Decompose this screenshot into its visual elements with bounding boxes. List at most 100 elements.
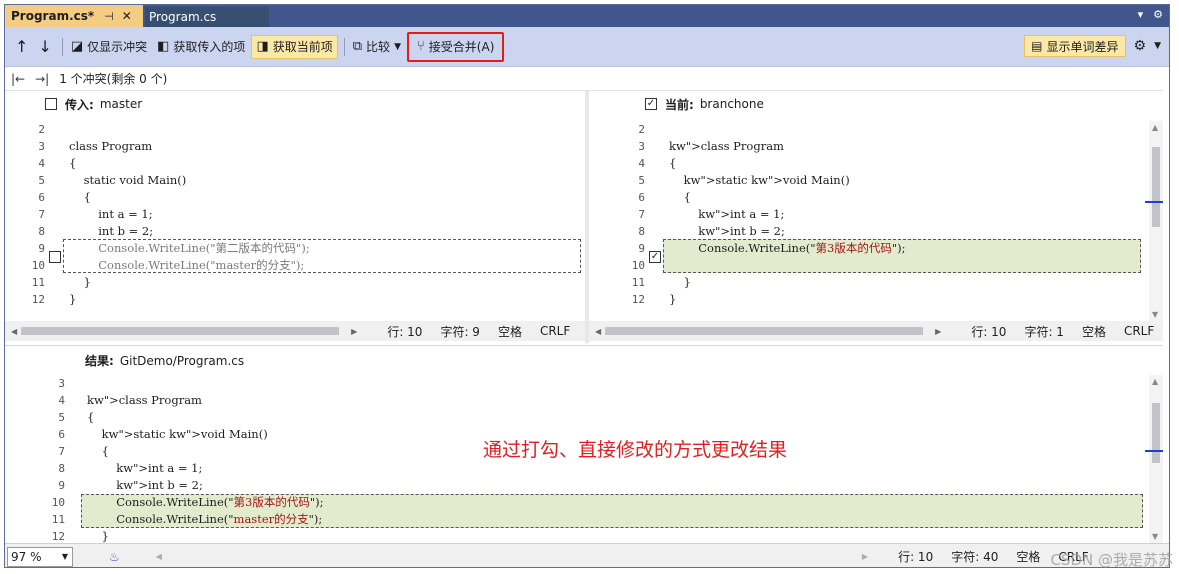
code-text: kw">int b = 2; (116, 478, 203, 492)
code-line[interactable]: 4 kw">class Program (5, 392, 1147, 409)
code-line[interactable]: 12} (5, 291, 585, 308)
column-indicator: 字符: 1 (1024, 324, 1064, 339)
result-label: 结果: (85, 354, 114, 368)
horizontal-scroll-thumb[interactable] (605, 327, 924, 335)
code-text: int b = 2; (69, 224, 154, 238)
scroll-thumb[interactable] (1152, 403, 1160, 463)
code-text: int a = 1; (69, 207, 153, 221)
code-line[interactable]: 9 kw">int b = 2; (5, 477, 1147, 494)
whitespace-indicator[interactable]: 空格 (1082, 323, 1106, 340)
scroll-up-icon[interactable]: ▲ (1152, 377, 1158, 386)
code-line[interactable]: 5 static void Main() (5, 172, 585, 189)
code-line[interactable]: 7 int a = 1; (5, 206, 585, 223)
code-line[interactable]: 2 (5, 121, 585, 138)
code-text: Console.WriteLine("第3版本的代码"); (87, 495, 324, 509)
arrow-down-icon[interactable]: ↓ (34, 35, 55, 59)
code-line[interactable]: 10 Console.WriteLine("master的分支"); (5, 257, 585, 274)
code-text: kw">static kw">void Main() (101, 427, 268, 441)
incoming-accept-all-checkbox[interactable] (45, 98, 57, 110)
code-line[interactable]: 9 Console.WriteLine("第3版本的代码"); (591, 240, 1147, 257)
scroll-up-icon[interactable]: ▲ (1152, 123, 1158, 132)
chevron-down-icon[interactable]: ▼ (1154, 41, 1161, 51)
code-line[interactable]: 10 (591, 257, 1147, 274)
horizontal-scroll-thumb[interactable] (21, 327, 340, 335)
code-text: Console.WriteLine("master的分支"); (87, 512, 323, 526)
annotation-text: 通过打勾、直接修改的方式更改结果 (483, 439, 788, 461)
line-ending-indicator[interactable]: CRLF (1124, 324, 1154, 338)
scroll-left-icon[interactable]: ◀ (11, 327, 17, 336)
code-line[interactable]: 11 } (591, 274, 1147, 291)
accept-merge-button[interactable]: ⑂ 接受合并(A) (406, 31, 505, 62)
code-text: { (87, 410, 95, 424)
incoming-conflict-checkbox[interactable] (49, 251, 61, 263)
pin-icon[interactable]: ⊣ (104, 10, 114, 23)
gear-icon[interactable]: ⚙ (1153, 8, 1163, 21)
scroll-down-icon[interactable]: ▼ (1152, 310, 1158, 319)
current-pane-header: ✓ 当前: branchone (645, 93, 1145, 115)
scroll-right-icon[interactable]: ▶ (935, 327, 941, 336)
tab-program-cs[interactable]: Program.cs (145, 7, 269, 27)
code-text: Console.WriteLine("第二版本的代码"); (69, 241, 310, 255)
scroll-left-icon[interactable]: ◀ (595, 327, 601, 336)
zoom-dropdown[interactable]: 97 % ▼ (7, 546, 73, 567)
health-icon[interactable]: ♨ (109, 550, 120, 564)
show-word-diff-label: 显示单词差异 (1046, 39, 1119, 54)
pane-divider[interactable] (585, 91, 589, 343)
incoming-code-editor[interactable]: 2 3 class Program 4{5 static void Main() 6 {… (5, 121, 585, 321)
code-line[interactable]: 6 { (591, 189, 1147, 206)
last-conflict-icon[interactable]: →| (35, 72, 49, 86)
line-number: 3 (58, 377, 65, 390)
line-number: 10 (51, 496, 65, 509)
line-number: 6 (638, 191, 645, 204)
code-line[interactable]: 9 Console.WriteLine("第二版本的代码"); (5, 240, 585, 257)
scroll-left-icon[interactable]: ◀ (156, 552, 162, 561)
code-line[interactable]: 4{ (5, 155, 585, 172)
change-marker (1145, 450, 1163, 452)
whitespace-indicator[interactable]: 空格 (498, 323, 522, 340)
scroll-thumb[interactable] (1152, 147, 1160, 227)
code-line[interactable]: 5 kw">static kw">void Main() (591, 172, 1147, 189)
code-line[interactable]: 3 kw">class Program (591, 138, 1147, 155)
code-line[interactable]: 7 kw">int a = 1; (591, 206, 1147, 223)
code-line[interactable]: 4{ (591, 155, 1147, 172)
only-conflicts-button[interactable]: ◪ 仅显示冲突 (67, 35, 151, 59)
code-line[interactable]: 2 (591, 121, 1147, 138)
scroll-down-icon[interactable]: ▼ (1152, 532, 1158, 541)
code-line[interactable]: 8 kw">int a = 1; (5, 460, 1147, 477)
only-conflicts-label: 仅显示冲突 (87, 40, 148, 54)
code-line[interactable]: 3 (5, 375, 1147, 392)
filter-icon: ◪ (70, 39, 84, 54)
code-line[interactable]: 12} (591, 291, 1147, 308)
line-number: 9 (638, 242, 645, 255)
compare-dropdown[interactable]: ⧉ 比较 ▼ (349, 35, 405, 59)
first-conflict-icon[interactable]: |← (11, 72, 25, 86)
watermark: CSDN @我是苏苏 (1050, 551, 1173, 569)
code-line[interactable]: 11 Console.WriteLine("master的分支"); (5, 511, 1147, 528)
result-vertical-scrollbar[interactable]: ▲ ▼ (1149, 375, 1163, 543)
scroll-right-icon[interactable]: ▶ (351, 327, 357, 336)
tab-program-cs-modified[interactable]: Program.cs* ⊣ ✕ (5, 5, 143, 27)
current-code-editor[interactable]: 2 3 kw">class Program 4{5 kw">static kw">vo… (591, 121, 1147, 321)
code-line[interactable]: 10 Console.WriteLine("第3版本的代码"); (5, 494, 1147, 511)
whitespace-indicator[interactable]: 空格 (1016, 548, 1040, 565)
column-indicator: 字符: 40 (951, 550, 999, 564)
settings-gear-icon[interactable]: ⚙ (1134, 38, 1147, 54)
close-icon[interactable]: ✕ (122, 9, 132, 23)
chevron-down-icon: ▼ (394, 41, 401, 52)
scroll-right-icon[interactable]: ▶ (862, 552, 868, 561)
code-line[interactable]: 3 class Program (5, 138, 585, 155)
current-conflict-checkbox[interactable]: ✓ (649, 251, 661, 263)
code-line[interactable]: 8 kw">int b = 2; (591, 223, 1147, 240)
current-accept-all-checkbox[interactable]: ✓ (645, 98, 657, 110)
line-ending-indicator[interactable]: CRLF (540, 324, 570, 338)
upper-vertical-scrollbar[interactable]: ▲ ▼ (1149, 121, 1163, 321)
show-word-diff-button[interactable]: ▤ 显示单词差异 (1024, 35, 1126, 57)
tab-list-dropdown-icon[interactable]: ▾ (1138, 8, 1144, 21)
code-line[interactable]: 8 int b = 2; (5, 223, 585, 240)
code-line[interactable]: 6 { (5, 189, 585, 206)
take-current-button[interactable]: ◨ 获取当前项 (251, 34, 338, 59)
code-line[interactable]: 5{ (5, 409, 1147, 426)
take-incoming-button[interactable]: ◧ 获取传入的项 (153, 35, 249, 59)
code-line[interactable]: 11 } (5, 274, 585, 291)
arrow-up-icon[interactable]: ↑ (11, 35, 32, 59)
